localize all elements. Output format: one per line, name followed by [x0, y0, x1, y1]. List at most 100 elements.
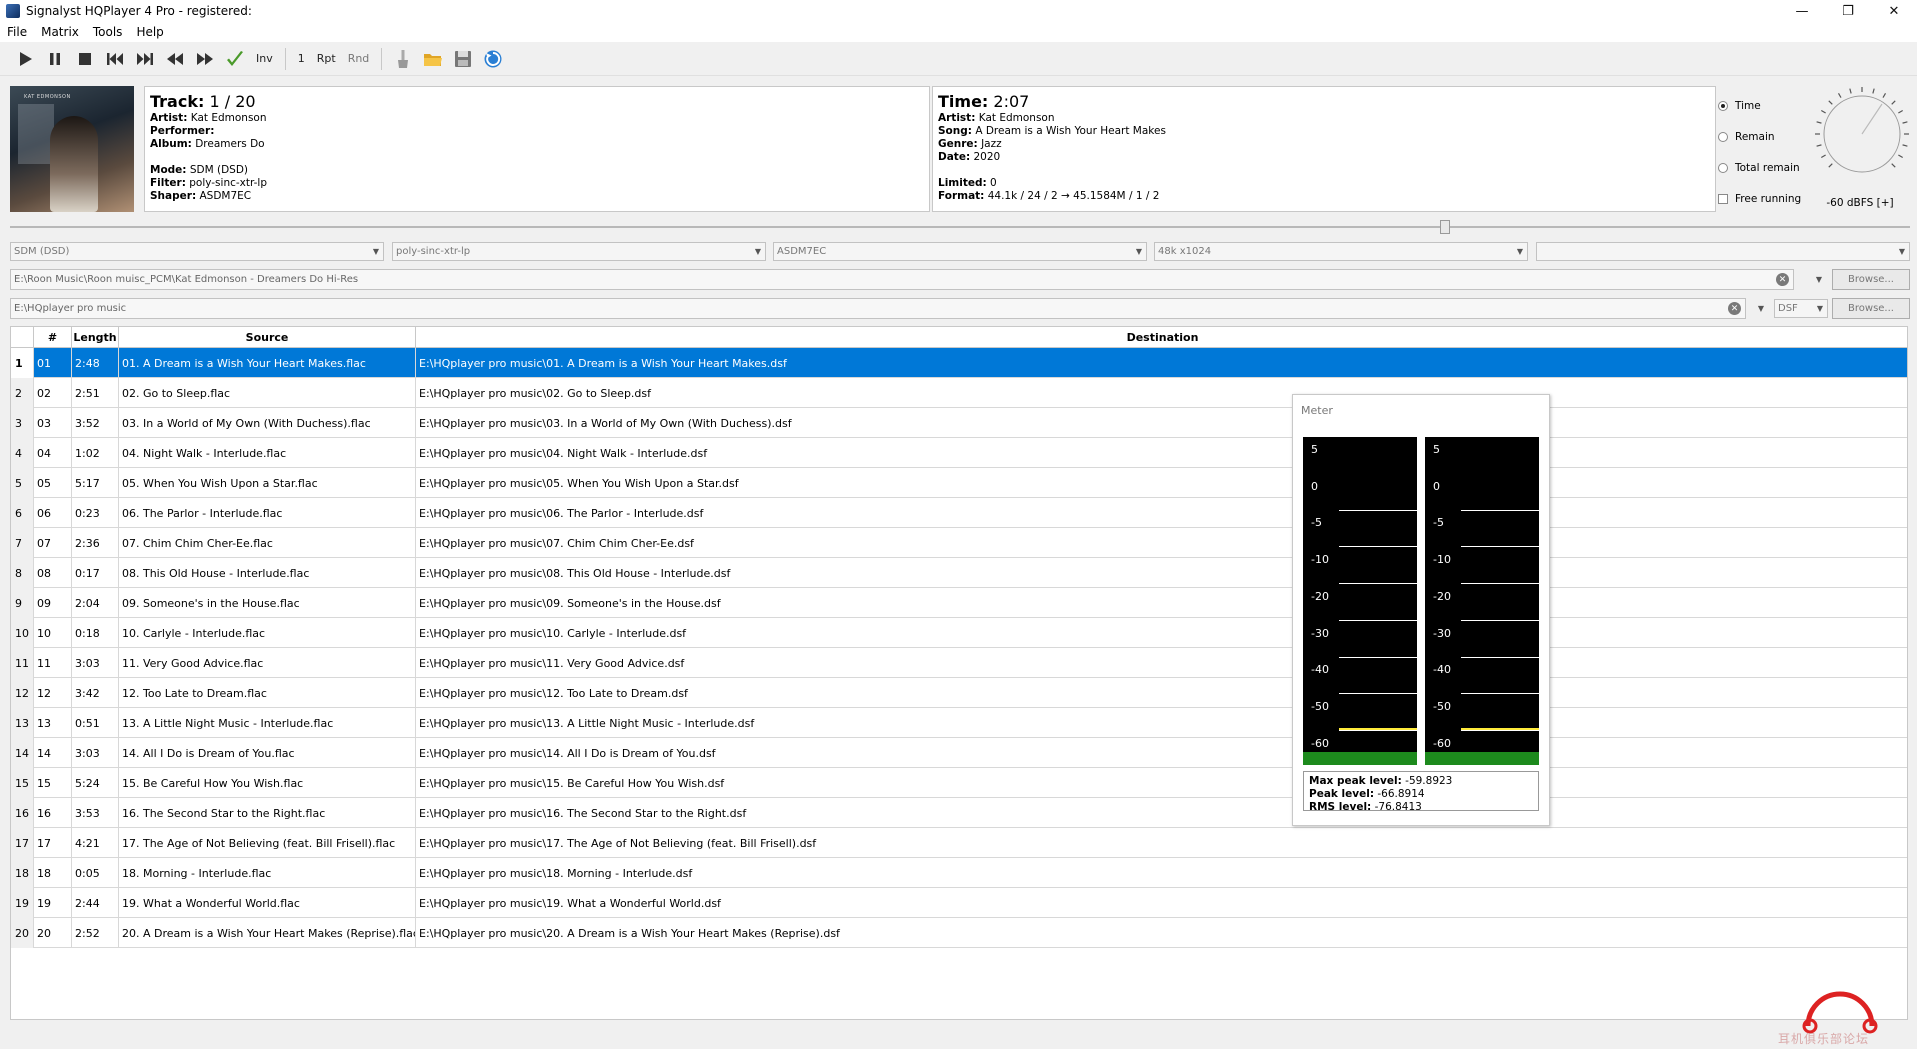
menu-matrix[interactable]: Matrix [34, 25, 86, 39]
meter-scale-label: 0 [1311, 479, 1318, 493]
transport-button[interactable] [220, 44, 250, 74]
meter-tick [1339, 583, 1417, 585]
time-label: Time: [938, 92, 989, 111]
next-track-button[interactable] [130, 44, 160, 74]
cell-number: 09 [34, 588, 72, 618]
row-header: 9 [11, 588, 34, 618]
table-row[interactable]: 15 15 5:24 15. Be Careful How You Wish.flac… [11, 768, 1907, 798]
stop-button[interactable] [70, 44, 100, 74]
table-row[interactable]: 17 17 4:21 17. The Age of Not Believing (fe… [11, 828, 1907, 858]
table-row[interactable]: 5 05 5:17 05. When You Wish Upon a Star.fla… [11, 468, 1907, 498]
dial-tick [1837, 92, 1842, 98]
destination-path-input[interactable]: E:\HQplayer pro music ✕ [10, 298, 1746, 319]
chevron-down-icon: ▼ [1757, 304, 1765, 313]
destination-browse-button[interactable]: Browse... [1832, 298, 1910, 319]
table-row[interactable]: 16 16 3:53 16. The Second Star to the Right… [11, 798, 1907, 828]
cell-destination: E:\HQplayer pro music\14. All I Do is Dr… [419, 746, 716, 760]
minimize-button[interactable]: — [1779, 0, 1825, 22]
table-row[interactable]: 11 11 3:03 11. Very Good Advice.flac E:\HQpl… [11, 648, 1907, 678]
random-toggle[interactable]: Rnd [342, 44, 376, 74]
source-history-dropdown[interactable]: ▼ [1812, 270, 1826, 289]
shaper-select[interactable]: ASDM7EC ▼ [773, 242, 1147, 261]
rate-select[interactable]: 48k x1024 ▼ [1154, 242, 1528, 261]
mode-select[interactable]: SDM (DSD) ▼ [10, 242, 384, 261]
table-row[interactable]: 13 13 0:51 13. A Little Night Music - Inter… [11, 708, 1907, 738]
cell-destination: E:\HQplayer pro music\09. Someone's in t… [419, 596, 721, 610]
table-row[interactable]: 14 14 3:03 14. All I Do is Dream of You.fla… [11, 738, 1907, 768]
close-button[interactable]: ✕ [1871, 0, 1917, 22]
header-number[interactable]: # [34, 327, 72, 348]
header-length[interactable]: Length [72, 327, 119, 348]
rewind-button[interactable] [160, 44, 190, 74]
table-row[interactable]: 9 09 2:04 09. Someone's in the House.flac E:… [11, 588, 1907, 618]
play-button[interactable] [10, 44, 40, 74]
invert-toggle[interactable]: Inv [250, 44, 279, 74]
menu-tools[interactable]: Tools [86, 25, 130, 39]
seek-slider-thumb[interactable] [1440, 220, 1450, 234]
previous-track-button[interactable] [100, 44, 130, 74]
destination-format-select[interactable]: DSF ▼ [1774, 299, 1828, 318]
repeat-toggle[interactable]: Rpt [311, 44, 342, 74]
repeat-count[interactable]: 1 [292, 44, 311, 74]
table-row[interactable]: 19 19 2:44 19. What a Wonderful World.flac E… [11, 888, 1907, 918]
refresh-icon [484, 50, 502, 67]
output-select[interactable]: ▼ [1536, 242, 1910, 261]
table-row[interactable]: 7 07 2:36 07. Chim Chim Cher-Ee.flac E:\HQpl… [11, 528, 1907, 558]
menu-help[interactable]: Help [129, 25, 170, 39]
dial-tick [1816, 121, 1822, 124]
meter-tick [1339, 509, 1417, 511]
stop-icon [79, 52, 91, 65]
radio-remain[interactable]: Remain [1718, 121, 1818, 152]
radio-total-remain[interactable]: Total remain [1718, 152, 1818, 183]
table-row[interactable]: 12 12 3:42 12. Too Late to Dream.flac E:\HQp… [11, 678, 1907, 708]
source-browse-button[interactable]: Browse... [1832, 269, 1910, 290]
destination-path-value: E:\HQplayer pro music [14, 303, 127, 314]
seek-slider-track[interactable] [10, 226, 1910, 228]
menu-file[interactable]: File [0, 25, 34, 39]
table-row[interactable]: 10 10 0:18 10. Carlyle - Interlude.flac E:\H… [11, 618, 1907, 648]
clear-icon[interactable]: ✕ [1776, 273, 1789, 286]
checkbox-free-running[interactable]: Free running [1718, 183, 1818, 214]
table-row[interactable]: 18 18 0:05 18. Morning - Interlude.flac E:\H… [11, 858, 1907, 888]
table-row[interactable]: 6 06 0:23 06. The Parlor - Interlude.flac E:… [11, 498, 1907, 528]
filter-select[interactable]: poly-sinc-xtr-lp ▼ [392, 242, 766, 261]
meter-tick [1461, 693, 1539, 695]
header-destination[interactable]: Destination [416, 327, 1907, 348]
cell-length: 2:51 [72, 378, 119, 408]
table-row[interactable]: 2 02 2:51 02. Go to Sleep.flac E:\HQplayer p… [11, 378, 1907, 408]
cell-source: 16. The Second Star to the Right.flac [119, 798, 416, 828]
album-cover: KAT EDMONSON [10, 86, 134, 212]
row-header: 7 [11, 528, 34, 558]
table-row[interactable]: 3 03 3:52 03. In a World of My Own (With Du… [11, 408, 1907, 438]
cell-destination: E:\HQplayer pro music\13. A Little Night… [419, 716, 755, 730]
cell-length: 2:52 [72, 918, 119, 948]
table-row[interactable]: 8 08 0:17 08. This Old House - Interlude.fl… [11, 558, 1907, 588]
row-header: 10 [11, 618, 34, 648]
meter-scale-label: -5 [1311, 516, 1322, 530]
table-row[interactable]: 20 20 2:52 20. A Dream is a Wish Your Heart… [11, 918, 1907, 948]
clear-icon[interactable]: ✕ [1728, 302, 1741, 315]
clear-playlist-button[interactable] [388, 44, 418, 74]
cell-source: 10. Carlyle - Interlude.flac [119, 618, 416, 648]
save-button[interactable] [448, 44, 478, 74]
radio-total-remain-label: Total remain [1735, 161, 1800, 174]
cell-length: 5:24 [72, 768, 119, 798]
volume-label[interactable]: -60 dBFS [+] [1810, 197, 1910, 209]
open-button[interactable] [418, 44, 448, 74]
restore-button[interactable]: ❐ [1825, 0, 1871, 22]
dial-tick [1849, 88, 1852, 94]
radio-time[interactable]: Time [1718, 90, 1818, 121]
meter-tick [1461, 583, 1539, 585]
cell-number: 07 [34, 528, 72, 558]
fast-forward-button[interactable] [190, 44, 220, 74]
table-row[interactable]: 1 01 2:48 01. A Dream is a Wish Your Heart … [11, 348, 1907, 378]
mode-value: SDM (DSD) [189, 164, 249, 176]
shaper-value: ASDM7EC [199, 190, 252, 202]
table-row[interactable]: 4 04 1:02 04. Night Walk - Interlude.flac E:… [11, 438, 1907, 468]
header-source[interactable]: Source [119, 327, 416, 348]
volume-dial[interactable] [1812, 84, 1912, 184]
source-path-input[interactable]: E:\Roon Music\Roon muisc_PCM\Kat Edmonso… [10, 269, 1794, 290]
destination-history-dropdown[interactable]: ▼ [1754, 299, 1768, 318]
pause-button[interactable] [40, 44, 70, 74]
refresh-button[interactable] [478, 44, 508, 74]
